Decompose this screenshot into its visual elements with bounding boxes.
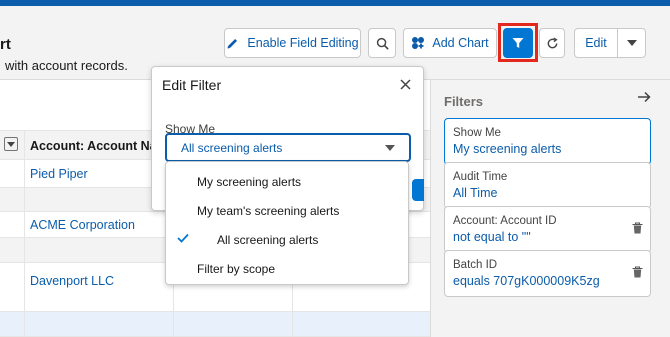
option-my-screening-alerts[interactable]: My screening alerts [166,168,408,196]
arrow-right-icon [638,91,651,103]
checkmark-icon [177,233,189,243]
filter-card-value: All Time [453,186,498,200]
cell-divider [24,312,25,336]
cell-divider [24,238,25,262]
filters-title: Filters [444,94,484,109]
cell-divider [24,160,25,187]
chevron-down-icon [7,141,15,147]
add-chart-button[interactable]: Add Chart [403,28,497,58]
apply-button[interactable] [412,179,424,201]
pencil-icon [226,37,239,50]
option-label: Filter by scope [197,262,276,276]
refresh-icon [546,37,559,50]
cell-divider [173,312,174,336]
account-link[interactable]: Davenport LLC [30,274,114,288]
filter-card-value: equals 707gK000009K5zg [453,274,600,288]
refresh-button[interactable] [539,28,565,58]
trash-icon[interactable] [632,266,643,281]
filter-card-label: Show Me [453,127,501,139]
filter-card-audit-time[interactable]: Audit Time All Time [444,162,651,209]
option-filter-by-scope[interactable]: Filter by scope [166,255,408,283]
chart-icon [411,36,425,50]
cell-divider [292,312,293,336]
add-chart-label: Add Chart [432,36,489,50]
account-link[interactable]: ACME Corporation [30,218,135,232]
close-button[interactable] [400,78,411,93]
show-me-dropdown-list: My screening alerts My team's screening … [165,161,409,285]
cell-divider [24,263,25,311]
filter-card-batch-id[interactable]: Batch ID equals 707gK000009K5zg [444,250,651,297]
enable-field-editing-button[interactable]: Enable Field Editing [224,28,361,58]
filter-card-value: not equal to "" [453,230,531,244]
page-subtitle: with account records. [5,58,128,73]
filter-icon [512,37,524,49]
option-all-screening-alerts[interactable]: All screening alerts [166,226,408,254]
table-row [0,312,430,337]
edit-label: Edit [585,36,607,50]
cell-divider [24,212,25,237]
filter-card-value: My screening alerts [453,142,562,156]
edit-menu-button[interactable] [617,28,646,58]
enable-field-editing-label: Enable Field Editing [247,36,359,50]
show-me-select[interactable]: All screening alerts [165,133,411,162]
option-label: My screening alerts [197,175,302,189]
collapse-panel-button[interactable] [637,91,651,106]
show-me-selected-value: All screening alerts [181,141,283,155]
filter-button[interactable] [503,28,533,58]
close-icon [400,79,411,90]
page-title: rt [0,36,11,53]
column-divider [24,131,25,161]
column-menu-button[interactable] [4,137,18,151]
filter-card-show-me[interactable]: Show Me My screening alerts [444,118,651,165]
search-button[interactable] [368,28,396,58]
filter-card-label: Account: Account ID [453,215,557,227]
search-icon [376,37,389,50]
option-label: All screening alerts [217,233,319,247]
account-link[interactable]: Pied Piper [30,167,88,181]
cell-divider [24,188,25,211]
filter-card-label: Audit Time [453,171,508,183]
chevron-down-icon [626,40,637,46]
filter-card-account-id[interactable]: Account: Account ID not equal to "" [444,206,651,253]
filters-panel: Filters Show Me My screening alerts Audi… [430,80,670,337]
option-label: My team's screening alerts [197,204,340,218]
edit-button[interactable]: Edit [574,28,618,58]
chevron-down-icon [385,145,395,151]
option-my-teams-screening-alerts[interactable]: My team's screening alerts [166,197,408,225]
filter-card-label: Batch ID [453,259,498,271]
trash-icon[interactable] [632,222,643,237]
popover-title: Edit Filter [162,77,222,93]
